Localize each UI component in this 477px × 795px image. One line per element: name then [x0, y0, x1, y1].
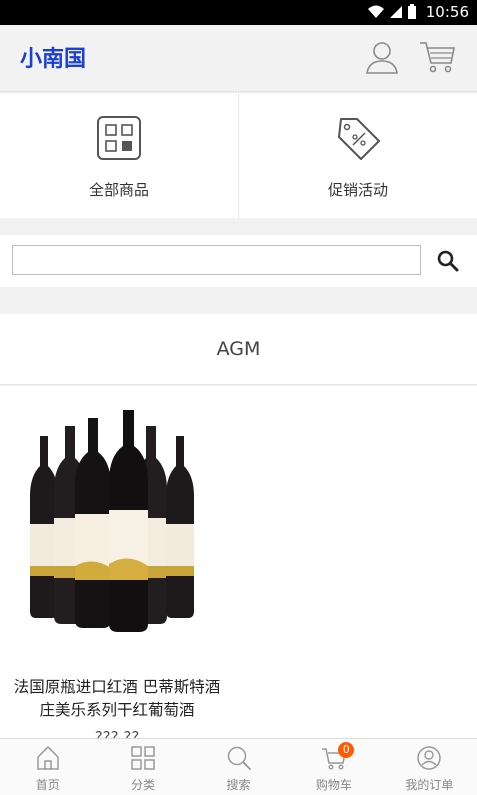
- battery-icon: [408, 4, 416, 19]
- bottom-tab-bar: 首页 分类 搜索 0 购物车 我的订单: [0, 738, 477, 795]
- tab-orders[interactable]: 我的订单: [382, 739, 477, 795]
- search-bar: [0, 235, 477, 287]
- tag-icon: [338, 118, 380, 160]
- brand-logo[interactable]: 小南国: [20, 41, 86, 73]
- orders-icon: [417, 746, 442, 770]
- home-icon: [36, 746, 59, 770]
- promotions-label: 促销活动: [327, 181, 388, 199]
- cart-badge: 0: [338, 742, 355, 758]
- all-products-link[interactable]: 全部商品: [0, 93, 238, 218]
- brand-section-header: AGM: [0, 314, 477, 385]
- cart-icon[interactable]: [418, 39, 456, 75]
- status-time: 10:56: [425, 3, 469, 21]
- product-name[interactable]: 法国原瓶进口红酒 巴蒂斯特酒庄美乐系列干红葡萄酒: [8, 676, 226, 722]
- product-price: ???.??: [94, 728, 140, 738]
- status-icons: [367, 4, 417, 20]
- tab-cart-label: 购物车: [315, 778, 352, 792]
- category-icon: [131, 746, 155, 770]
- section-title: AGM: [216, 338, 261, 360]
- status-bar: 10:56: [0, 0, 477, 25]
- tab-category-label: 分类: [131, 778, 156, 792]
- all-products-label: 全部商品: [88, 181, 149, 199]
- wifi-icon: [368, 5, 384, 18]
- tab-home[interactable]: 首页: [0, 739, 95, 795]
- tab-orders-label: 我的订单: [405, 778, 454, 792]
- product-list: 法国原瓶进口红酒 巴蒂斯特酒庄美乐系列干红葡萄酒 ???.??: [0, 386, 477, 738]
- tab-cart[interactable]: 0 购物车: [286, 739, 381, 795]
- search-icon: [227, 746, 251, 770]
- search-icon[interactable]: [436, 249, 460, 273]
- tab-category[interactable]: 分类: [95, 739, 190, 795]
- grid-icon: [97, 116, 141, 160]
- promotions-link[interactable]: 促销活动: [238, 93, 477, 218]
- user-icon[interactable]: [364, 39, 400, 75]
- search-input[interactable]: [12, 245, 421, 275]
- app-header: 小南国: [0, 25, 477, 92]
- tab-search-label: 搜索: [226, 778, 251, 792]
- wine-bottles: [30, 410, 194, 632]
- quick-links: 全部商品 促销活动: [0, 93, 477, 218]
- product-image[interactable]: [18, 406, 218, 636]
- signal-icon: [390, 6, 402, 18]
- tab-search[interactable]: 搜索: [191, 739, 286, 795]
- tab-home-label: 首页: [35, 778, 60, 792]
